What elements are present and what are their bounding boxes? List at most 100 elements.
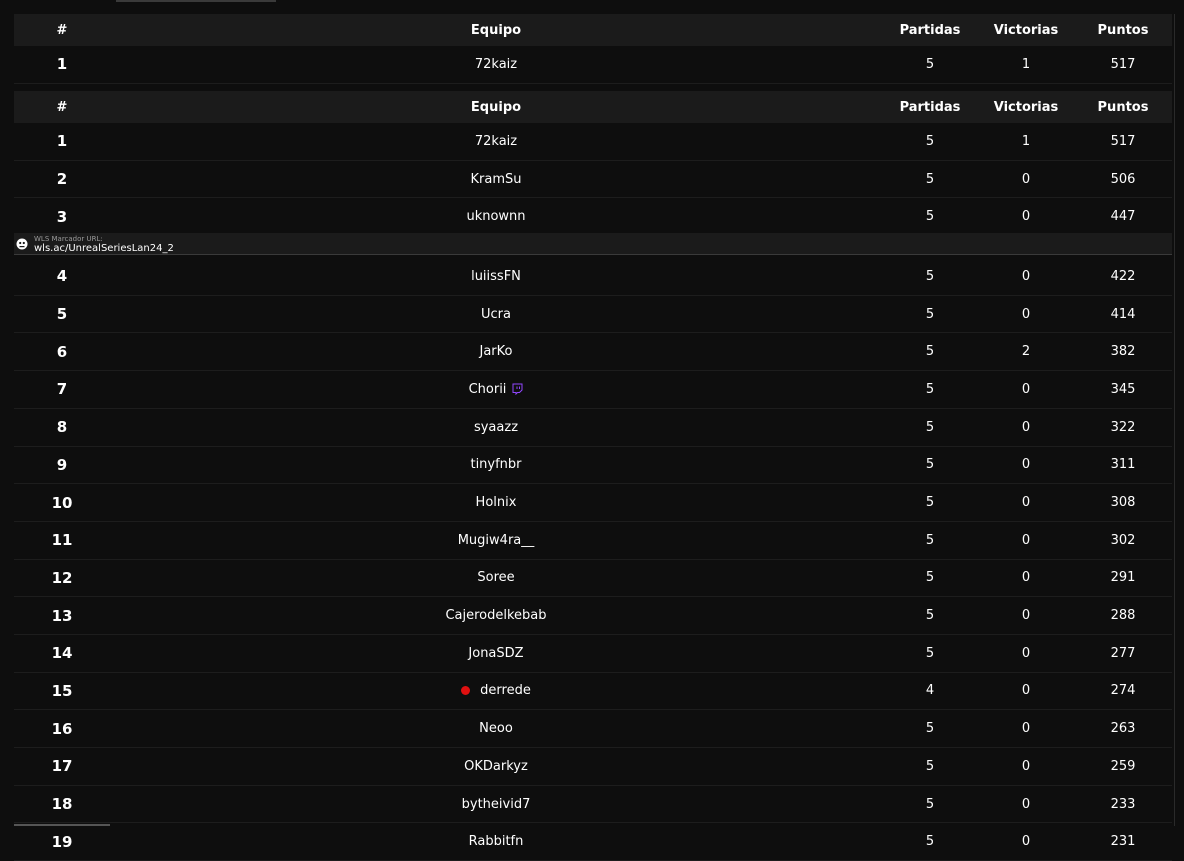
table-row[interactable]: 9 tinyfnbr 5 0 311 [14,447,1172,485]
team-name[interactable]: JarKo [480,344,513,359]
games-cell: 5 [925,608,935,624]
wins-cell: 1 [1021,133,1031,149]
team-cell: Ucra [110,307,882,322]
wins-cell: 0 [1021,306,1031,322]
wins-cell: 0 [1021,171,1031,187]
table-row[interactable]: 1 72kaiz 5 1 517 [14,123,1172,161]
games-cell: 5 [925,570,935,586]
team-name[interactable]: syaazz [474,420,518,435]
wins-cell: 0 [1021,268,1031,284]
team-name[interactable]: Rabbitfn [469,834,524,849]
banner-label: WLS Marcador URL: [34,234,103,243]
games-cell: 5 [925,133,935,149]
table-row[interactable]: 8 syaazz 5 0 322 [14,409,1172,447]
header-points[interactable]: Puntos [1074,100,1172,115]
team-name[interactable]: 72kaiz [475,57,517,72]
table-row[interactable]: 15 derrede 4 0 274 [14,673,1172,711]
wins-cell: 0 [1021,834,1031,850]
table-row[interactable]: 18 bytheivid7 5 0 233 [14,786,1172,824]
table-row[interactable]: 10 Holnix 5 0 308 [14,484,1172,522]
wins-cell: 2 [1021,344,1031,360]
team-name[interactable]: Cajerodelkebab [445,608,546,623]
header-wins[interactable]: Victorias [978,100,1074,115]
points-cell: 311 [1110,457,1136,473]
team-name[interactable]: derrede [480,683,531,698]
live-dot-icon [461,686,471,696]
table-row[interactable]: 2 KramSu 5 0 506 [14,161,1172,199]
team-name[interactable]: tinyfnbr [470,457,521,472]
rank-cell: 11 [51,531,73,550]
rank-cell: 9 [56,455,68,474]
games-cell: 5 [925,419,935,435]
twitch-icon[interactable] [512,383,523,396]
table-row[interactable]: 12 Soree 5 0 291 [14,560,1172,598]
table-row[interactable]: 6 JarKo 5 2 382 [14,333,1172,372]
rank-cell: 1 [56,132,68,151]
team-name[interactable]: Mugiw4ra__ [458,533,535,548]
team-name[interactable]: JonaSDZ [468,646,523,661]
points-cell: 517 [1110,133,1136,149]
table-row[interactable]: 14 JonaSDZ 5 0 277 [14,635,1172,673]
pinned-row[interactable]: 1 72kaiz 5 1 517 [14,46,1172,84]
rank-cell: 1 [56,55,68,74]
team-name[interactable]: Chorii [469,382,507,397]
wins-cell: 0 [1021,758,1031,774]
team-name[interactable]: KramSu [471,172,522,187]
table-row[interactable]: 3 uknownn 5 0 447 [14,198,1172,237]
games-cell: 5 [925,381,935,397]
table-row[interactable]: 19 Rabbitfn 5 0 231 [14,823,1172,861]
rank-cell: 4 [56,267,68,286]
header-team[interactable]: Equipo [110,23,882,38]
team-name[interactable]: uknownn [466,209,525,224]
header-points[interactable]: Puntos [1074,23,1172,38]
team-name[interactable]: bytheivid7 [462,797,531,812]
banner-url[interactable]: wls.ac/UnrealSeriesLan24_2 [34,243,174,254]
pinned-table: # Equipo Partidas Victorias Puntos 1 72k… [14,14,1172,84]
wins-cell: 0 [1021,608,1031,624]
header-rank[interactable]: # [14,23,110,38]
table-row[interactable]: 16 Neoo 5 0 263 [14,710,1172,748]
team-name[interactable]: 72kaiz [475,134,517,149]
team-cell: Rabbitfn [110,834,882,849]
rank-cell: 7 [56,380,68,399]
team-name[interactable]: luiissFN [471,269,521,284]
games-cell: 5 [925,721,935,737]
table-row[interactable]: 7 Chorii 5 0 345 [14,371,1172,409]
wins-cell: 0 [1021,532,1031,548]
header-team[interactable]: Equipo [110,100,882,115]
rank-cell: 14 [51,644,73,663]
table-row[interactable]: 11 Mugiw4ra__ 5 0 302 [14,522,1172,560]
points-cell: 291 [1110,570,1136,586]
vertical-scrollbar[interactable] [1174,14,1184,826]
header-wins[interactable]: Victorias [978,23,1074,38]
games-cell: 5 [925,56,935,72]
table-row[interactable]: 4 luiissFN 5 0 422 [14,258,1172,296]
rank-cell: 3 [56,207,68,226]
header-games[interactable]: Partidas [882,100,978,115]
header-games[interactable]: Partidas [882,23,978,38]
table-row[interactable]: 17 OKDarkyz 5 0 259 [14,748,1172,786]
points-cell: 422 [1110,268,1136,284]
points-cell: 263 [1110,721,1136,737]
table-row[interactable]: 5 Ucra 5 0 414 [14,296,1172,334]
header-rank[interactable]: # [14,100,110,115]
team-name[interactable]: OKDarkyz [464,759,528,774]
team-cell: Neoo [110,721,882,736]
games-cell: 5 [925,209,935,225]
rank-cell: 2 [56,170,68,189]
team-cell: JonaSDZ [110,646,882,661]
pinned-table-header: # Equipo Partidas Victorias Puntos [14,14,1172,46]
wins-cell: 0 [1021,570,1031,586]
team-name[interactable]: Ucra [481,307,511,322]
table-row[interactable]: 13 Cajerodelkebab 5 0 288 [14,597,1172,635]
team-cell: tinyfnbr [110,457,882,472]
wins-cell: 0 [1021,495,1031,511]
wls-logo-icon [16,238,28,249]
points-cell: 302 [1110,532,1136,548]
team-name[interactable]: Neoo [479,721,513,736]
rank-cell: 10 [51,493,73,512]
team-name[interactable]: Holnix [476,495,517,510]
team-name[interactable]: Soree [477,570,514,585]
team-cell: 72kaiz [110,134,882,149]
points-cell: 414 [1110,306,1136,322]
